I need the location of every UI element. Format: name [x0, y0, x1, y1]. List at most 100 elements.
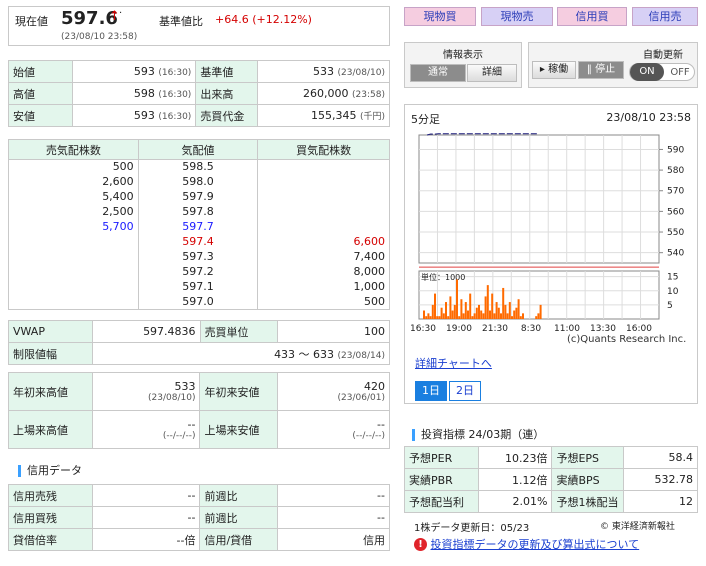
margin-l1: 貸借倍率	[8, 528, 93, 551]
volume-bar	[506, 313, 509, 319]
x-tick-label: 8:30	[521, 324, 541, 334]
section-marker-icon	[18, 465, 21, 477]
y-tick-label: 550	[667, 228, 684, 238]
volume-bar	[535, 316, 538, 319]
tick-dot: ·	[119, 8, 123, 19]
margin-v1: --倍	[91, 528, 201, 551]
x-tick-label: 11:00	[554, 324, 580, 334]
quote-price: 597.2	[137, 264, 259, 280]
margin-row: 貸借倍率 --倍 信用/貸借 信用	[8, 528, 390, 551]
normal-view-button[interactable]: 通常	[410, 64, 466, 82]
indicators-table: 予想PER 10.23倍 予想EPS 58.4 実績PBR 1.12倍 実績BPS 532.7…	[404, 446, 698, 513]
indicator-l2: 予想1株配当	[551, 490, 625, 513]
volume-bar	[460, 299, 463, 319]
info-display-title: 情報表示	[443, 50, 483, 61]
open-value: 593 (16:30)	[71, 60, 197, 83]
ipo-low-value: -- (--/--/--)	[277, 410, 390, 449]
indicator-l1: 予想配当利	[404, 490, 479, 513]
day1-button[interactable]: 1日	[415, 381, 447, 401]
margin-buy-button[interactable]: 信用買	[557, 7, 627, 26]
indicator-row: 実績PBR 1.12倍 実績BPS 532.78	[404, 468, 698, 491]
volume-bar	[537, 313, 540, 319]
sell-qty	[8, 264, 139, 280]
margin-v1: --	[91, 506, 201, 529]
vwap-label: VWAP	[8, 320, 93, 343]
volume-unit-label: 単位：1000	[421, 272, 465, 282]
stop-button[interactable]: ‖ 停止	[578, 61, 624, 79]
volume-bar	[447, 316, 450, 319]
volume-bar	[511, 316, 513, 319]
detail-view-button[interactable]: 詳細	[467, 64, 517, 82]
buy-qty	[257, 159, 390, 175]
base-diff-label: 基準値比	[159, 15, 203, 28]
quote-price: 597.4	[137, 234, 259, 250]
margin-l1: 信用買残	[8, 506, 93, 529]
base-label: 基準値	[195, 60, 259, 83]
ipo-high-label: 上場来高値	[8, 410, 93, 449]
buy-qty-header: 買気配株数	[257, 139, 390, 160]
volume-bar	[423, 310, 425, 319]
sell-qty: 5,400	[8, 189, 139, 205]
sell-qty: 500	[8, 159, 139, 175]
price-plot-area	[418, 134, 660, 264]
data-source: © 東洋経済新報社	[600, 522, 675, 532]
low-value: 593 (16:30)	[71, 104, 197, 127]
price-chart: 540 550 560 570 580 590 5 10 15 単位：1000 16:30 19:00…	[410, 133, 684, 334]
volume-bar	[458, 316, 461, 319]
volume-tick-label: 10	[667, 287, 679, 297]
quote-price: 597.3	[137, 249, 259, 265]
volume-label: 出来高	[195, 82, 259, 105]
ytd-high-value: 533 (23/08/10)	[91, 372, 201, 411]
volume-bar	[478, 304, 480, 319]
about-indicators-link[interactable]: ! 投資指標データの更新及び算出式について	[414, 536, 639, 552]
volume-bar	[469, 293, 472, 319]
margin-row: 信用買残 -- 前週比 --	[8, 506, 390, 529]
price-box: 現在値 597.6 ↑ · (23/08/10 23:58) 基準値比 +64.…	[8, 6, 390, 46]
chart-panel: 5分足 23/08/10 23:58 540 550 560 570 580 590 5 10…	[404, 104, 698, 404]
spot-sell-button[interactable]: 現物売	[481, 7, 553, 26]
run-button[interactable]: ▸ 稼働	[532, 61, 576, 79]
volume-bar	[480, 310, 483, 319]
trading-unit-value: 100	[277, 320, 390, 343]
indicator-l2: 実績BPS	[551, 468, 625, 491]
buy-qty: 500	[257, 294, 390, 310]
x-tick-label: 19:00	[446, 324, 472, 334]
indicator-v1: 1.12倍	[477, 468, 553, 491]
quote-price: 597.0	[137, 294, 259, 310]
order-book-row: 5,400 597.9	[8, 189, 390, 205]
auto-update-toggle[interactable]: ON OFF	[629, 63, 695, 81]
quote-price: 598.5	[137, 159, 259, 175]
margin-row: 信用売残 -- 前週比 --	[8, 484, 390, 507]
sell-qty-header: 売気配株数	[8, 139, 139, 160]
buy-qty: 8,000	[257, 264, 390, 280]
volume-bar	[456, 279, 458, 319]
x-tick-label: 21:30	[482, 324, 508, 334]
ytd-high-label: 年初来高値	[8, 372, 93, 411]
x-tick-label: 16:30	[410, 324, 436, 334]
order-book-row: 597.3 7,400	[8, 249, 390, 265]
volume-bar	[513, 310, 516, 319]
indicator-v1: 10.23倍	[477, 446, 553, 469]
volume-bar	[522, 313, 524, 319]
toggle-on[interactable]: ON	[630, 63, 664, 81]
margin-v2: --	[277, 484, 390, 507]
volume-bar	[449, 296, 452, 319]
vwap-table: VWAP 597.4836 売買単位 100 制限値幅 433 〜 633 (2…	[8, 320, 391, 365]
spot-buy-button[interactable]: 現物買	[404, 7, 476, 26]
volume-bar	[440, 307, 443, 319]
detail-chart-link[interactable]: 詳細チャートへ	[415, 355, 492, 371]
indicator-l1: 実績PBR	[404, 468, 479, 491]
day2-button[interactable]: 2日	[449, 381, 481, 401]
margin-l2: 前週比	[199, 506, 279, 529]
indicator-l2: 予想EPS	[551, 446, 625, 469]
volume-bar	[500, 313, 502, 319]
volume-bar	[445, 302, 447, 319]
quote-price: 597.1	[137, 279, 259, 295]
indicator-row: 予想PER 10.23倍 予想EPS 58.4	[404, 446, 698, 469]
data-update-date: 1株データ更新日：05/23	[414, 523, 530, 534]
toggle-off[interactable]: OFF	[666, 65, 694, 81]
volume-bar	[471, 316, 474, 319]
alert-icon: !	[414, 537, 427, 551]
buy-qty	[257, 174, 390, 190]
margin-sell-button[interactable]: 信用売	[632, 7, 698, 26]
